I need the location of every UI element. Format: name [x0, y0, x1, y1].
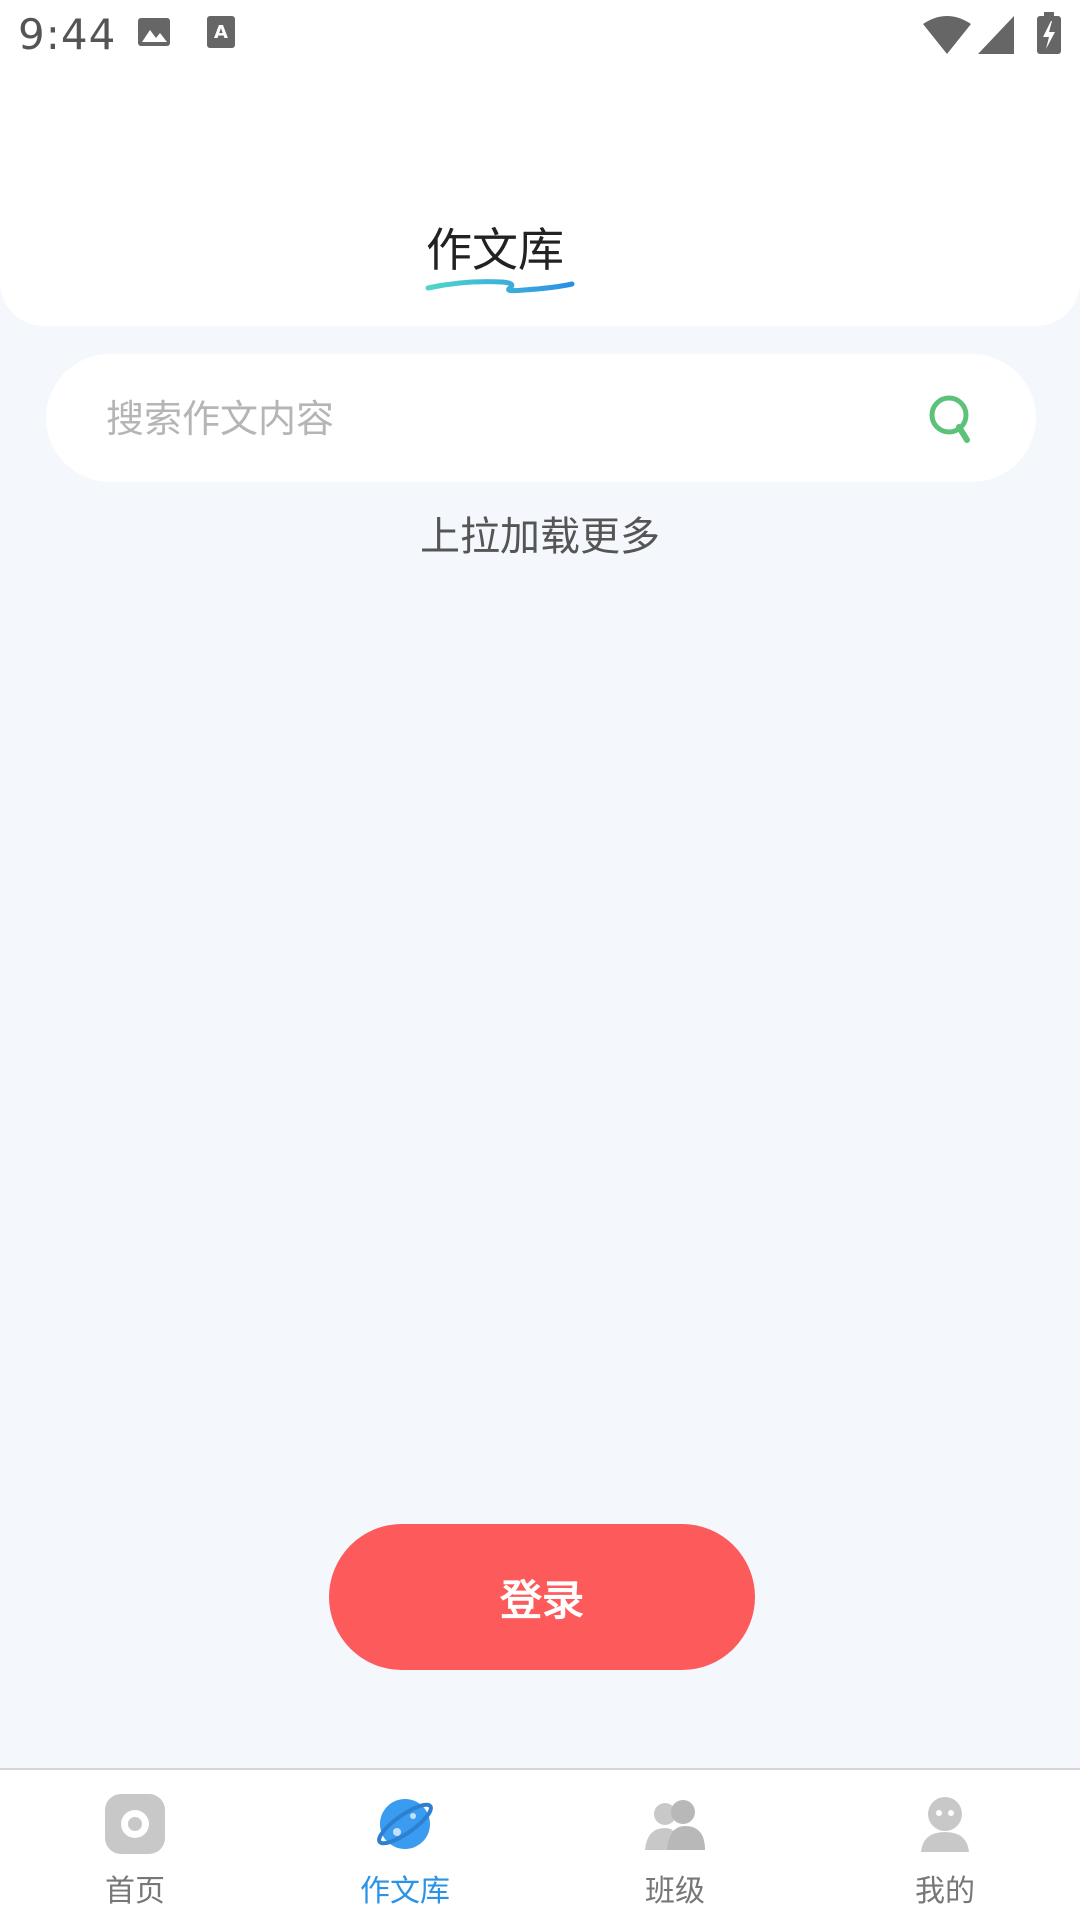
search-icon[interactable] [922, 388, 982, 448]
image-notification-icon [138, 18, 170, 46]
status-bar: 9:44 A [0, 0, 1080, 72]
nav-item-class[interactable]: 班级 [540, 1770, 810, 1922]
nav-label-home: 首页 [105, 1874, 165, 1909]
nav-item-home[interactable]: 首页 [0, 1770, 270, 1922]
planet-icon [377, 1799, 433, 1849]
svg-text:A: A [214, 22, 228, 43]
nav-label-mine: 我的 [915, 1874, 975, 1909]
signal-icon [978, 16, 1014, 54]
status-time: 9:44 [18, 10, 117, 59]
login-button[interactable]: 登录 [329, 1524, 755, 1670]
title-underline-decoration [425, 279, 575, 294]
nav-label-class: 班级 [645, 1874, 705, 1909]
group-icon [645, 1800, 705, 1850]
battery-charging-icon [1037, 12, 1061, 54]
wifi-icon [923, 16, 971, 54]
load-more-hint: 上拉加载更多 [420, 514, 660, 560]
bottom-navigation: 首页 作文库 班级 我的 [0, 1768, 1080, 1922]
page-title: 作文库 [426, 223, 564, 277]
profile-icon [921, 1797, 969, 1852]
home-icon [105, 1794, 165, 1854]
search-input[interactable] [104, 380, 908, 458]
nav-label-library: 作文库 [360, 1874, 450, 1909]
search-bar[interactable] [46, 354, 1036, 482]
nav-item-mine[interactable]: 我的 [810, 1770, 1080, 1922]
font-notification-icon: A [207, 16, 235, 48]
nav-item-library[interactable]: 作文库 [270, 1770, 540, 1922]
